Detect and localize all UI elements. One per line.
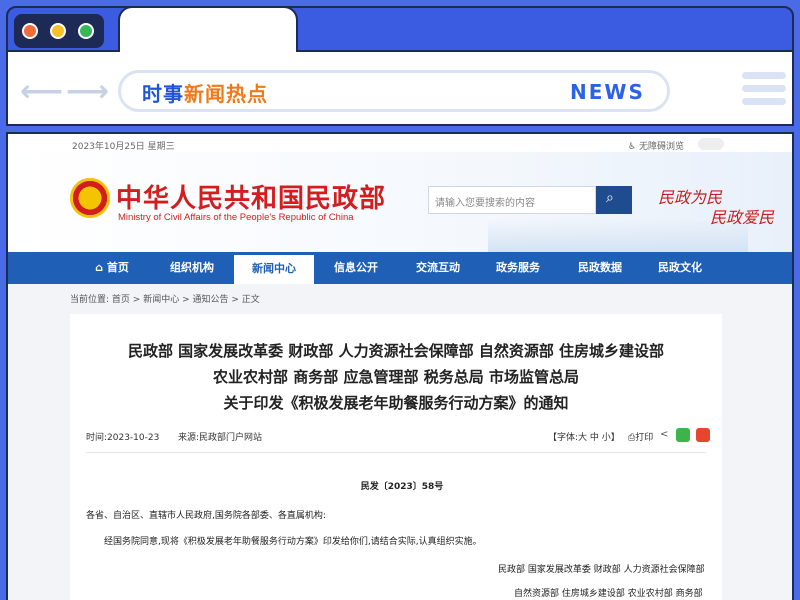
signature-line1: 民政部 国家发展改革委 财政部 人力资源社会保障部 — [498, 565, 705, 575]
header-date: 2023年10月25日 星期三 — [72, 142, 175, 152]
menu-icon-line[interactable] — [742, 72, 786, 79]
search-input[interactable]: 请输入您要搜索的内容 — [428, 186, 596, 214]
news-label: NEWS — [570, 80, 645, 104]
article-title-line1: 民政部 国家发展改革委 财政部 人力资源社会保障部 自然资源部 住房城乡建设部 — [127, 342, 665, 360]
nav-item-disclosure[interactable]: 信息公开 — [316, 252, 396, 284]
divider — [86, 452, 706, 453]
nav-item-culture[interactable]: 民政文化 — [640, 252, 720, 284]
body-paragraph: 经国务院同意,现将《积极发展老年助餐服务行动方案》印发给你们,请结合实际,认真组… — [104, 537, 482, 547]
slogan-2: 民政爱民 — [710, 208, 775, 227]
url-headline: 时事新闻热点 — [142, 78, 268, 107]
breadcrumb: 当前位置: 首页 > 新闻中心 > 通知公告 > 正文 — [70, 295, 260, 305]
main-nav: ⌂ 首页 组织机构 新闻中心 信息公开 交流互动 政务服务 民政数据 民政文化 — [8, 252, 792, 284]
window-controls — [14, 14, 104, 48]
signature-line2: 自然资源部 住房城乡建设部 农业农村部 商务部 — [514, 589, 703, 599]
accessibility-label: 无障碍浏览 — [638, 142, 684, 152]
breadcrumb-label: 当前位置: — [70, 295, 110, 305]
nav-item-interaction[interactable]: 交流互动 — [398, 252, 478, 284]
back-arrow-icon[interactable]: ⟵ — [20, 74, 63, 109]
article-title-line3: 关于印发《积极发展老年助餐服务行动方案》的通知 — [223, 394, 569, 412]
addressee: 各省、自治区、直辖市人民政府,国务院各部委、各直属机构: — [86, 511, 326, 521]
wechat-share-icon[interactable] — [676, 428, 690, 442]
accessibility-icon: ♿ — [628, 142, 637, 152]
share-icon[interactable]: < — [660, 429, 668, 440]
headline-part2: 新闻热点 — [184, 82, 268, 106]
maximize-dot-icon[interactable] — [78, 23, 94, 39]
accessibility-link[interactable]: ♿ 无障碍浏览 — [628, 139, 684, 152]
article-source: 来源:民政部门户网站 — [178, 433, 263, 443]
document-number: 民发〔2023〕58号 — [360, 482, 444, 492]
browser-frame: ⟵ ⟶ 时事新闻热点 NEWS 2023年10月25日 星期三 ♿ 无障碍浏览 … — [0, 0, 800, 600]
article-time: 时间:2023-10-23 — [86, 433, 160, 443]
weibo-icon[interactable] — [698, 138, 724, 150]
print-button[interactable]: ⎙打印 — [628, 430, 653, 443]
nav-item-data[interactable]: 民政数据 — [560, 252, 640, 284]
article-title-line2: 农业农村部 商务部 应急管理部 税务总局 市场监管总局 — [213, 368, 579, 386]
forward-arrow-icon[interactable]: ⟶ — [66, 74, 109, 109]
nav-item-home[interactable]: ⌂ 首页 — [72, 252, 152, 284]
breadcrumb-item[interactable]: 新闻中心 — [143, 295, 179, 305]
nav-item-news[interactable]: 新闻中心 — [234, 252, 314, 284]
close-dot-icon[interactable] — [22, 23, 38, 39]
minimize-dot-icon[interactable] — [50, 23, 66, 39]
site-name-cn[interactable]: 中华人民共和国民政部 — [116, 178, 386, 215]
search-button[interactable]: ⌕ — [596, 186, 632, 214]
browser-tab[interactable] — [118, 6, 298, 52]
breadcrumb-item: 正文 — [241, 295, 260, 305]
menu-icon-line[interactable] — [742, 85, 786, 92]
font-size-control[interactable]: 【字体:大 中 小】 — [548, 430, 620, 443]
home-icon: ⌂ — [95, 261, 104, 274]
nav-item-organization[interactable]: 组织机构 — [152, 252, 232, 284]
web-page: 2023年10月25日 星期三 ♿ 无障碍浏览 中华人民共和国民政部 Minis… — [6, 132, 794, 600]
site-name-en: Ministry of Civil Affairs of the People'… — [118, 212, 354, 223]
weibo-share-icon[interactable] — [696, 428, 710, 442]
search-icon: ⌕ — [606, 190, 614, 206]
breadcrumb-item[interactable]: 通知公告 — [192, 295, 228, 305]
menu-icon-line[interactable] — [742, 98, 786, 105]
headline-part1: 时事 — [142, 82, 184, 106]
national-emblem-icon[interactable] — [70, 178, 110, 218]
header-decoration — [488, 218, 748, 252]
breadcrumb-item[interactable]: 首页 — [112, 295, 130, 305]
nav-item-services[interactable]: 政务服务 — [478, 252, 558, 284]
